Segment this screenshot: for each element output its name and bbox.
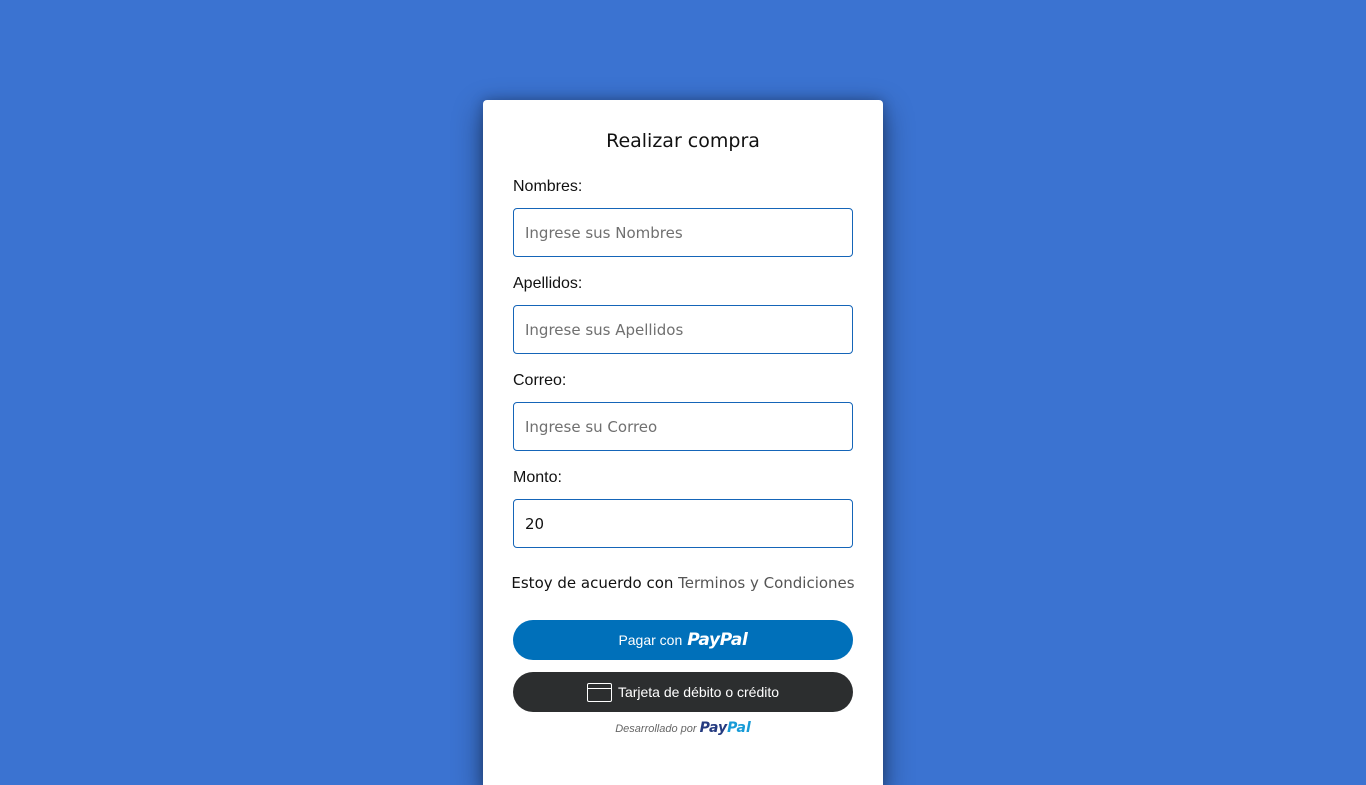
- terms-prefix: Estoy de acuerdo con: [511, 574, 674, 592]
- form-title: Realizar compra: [606, 130, 760, 152]
- nombres-input[interactable]: [513, 208, 853, 257]
- credit-card-icon: [586, 682, 612, 702]
- apellidos-input[interactable]: [513, 305, 853, 354]
- powered-brand-pay: Pay: [699, 720, 728, 736]
- apellidos-label: Apellidos:: [513, 275, 583, 292]
- correo-label: Correo:: [513, 372, 567, 389]
- pay-with-paypal-button[interactable]: Pagar con PayPal: [513, 620, 853, 660]
- terms-link[interactable]: Terminos y Condiciones: [678, 574, 854, 592]
- monto-input[interactable]: [513, 499, 853, 548]
- terms-text: Estoy de acuerdo con Terminos y Condicio…: [483, 574, 883, 592]
- correo-input[interactable]: [513, 402, 853, 451]
- powered-prefix: Desarrollado por: [615, 723, 697, 735]
- powered-by: Desarrollado por PayPal: [483, 720, 883, 736]
- checkout-card: Realizar compra Nombres: Apellidos: Corr…: [483, 100, 883, 785]
- card-button-label: Tarjeta de débito o crédito: [617, 684, 780, 700]
- paypal-logo: PayPal: [687, 630, 748, 650]
- debit-credit-card-button[interactable]: Tarjeta de débito o crédito: [513, 672, 853, 712]
- powered-brand-pal: Pal: [727, 720, 751, 736]
- nombres-label: Nombres:: [513, 178, 583, 195]
- paypal-button-prefix: Pagar con: [618, 632, 683, 648]
- monto-label: Monto:: [513, 469, 562, 486]
